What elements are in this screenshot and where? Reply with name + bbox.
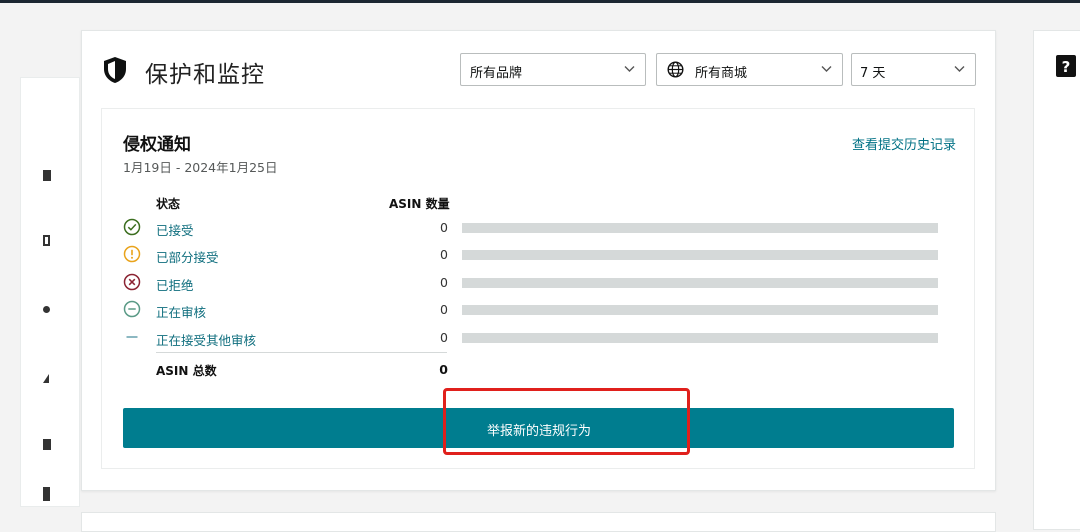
chevron-down-icon: [954, 66, 965, 72]
svg-text:?: ?: [1062, 58, 1071, 76]
dash-icon: [126, 336, 138, 338]
globe-icon: [667, 61, 684, 78]
status-column-header: 状态: [156, 197, 181, 211]
period-select-value: 7 天: [860, 66, 886, 81]
asin-count-column-header: ASIN 数量: [389, 197, 450, 211]
chevron-down-icon: [624, 66, 635, 72]
top-nav-bar: [0, 0, 1080, 3]
report-violation-button-label: 举报新的违规行为: [487, 423, 592, 438]
marketplace-select-value: 所有商城: [695, 66, 748, 81]
status-row: 已部分接受 0: [0, 245, 1080, 265]
status-row: 正在接受其他审核 0: [0, 328, 1080, 348]
brand-select-value: 所有品牌: [470, 66, 523, 81]
period-select[interactable]: 7 天: [851, 53, 976, 86]
status-bar: [462, 305, 938, 315]
help-card-icon: [43, 487, 50, 501]
total-asin-label: ASIN 总数: [156, 364, 217, 378]
asin-count: 0: [440, 220, 448, 235]
status-row: 已接受 0: [0, 218, 1080, 238]
minus-circle-icon: [123, 300, 141, 318]
status-label[interactable]: 正在审核: [156, 302, 206, 321]
asin-count: 0: [440, 247, 448, 262]
status-row: 已拒绝 0: [0, 273, 1080, 293]
page-title: 保护和监控: [145, 62, 265, 88]
total-asin-value: 0: [439, 362, 448, 377]
brand-select[interactable]: 所有品牌: [460, 53, 646, 86]
asin-count: 0: [440, 330, 448, 345]
status-row: 正在审核 0: [0, 300, 1080, 320]
alert-circle-icon: [123, 245, 141, 263]
date-range: 1月19日 - 2024年1月25日: [123, 160, 278, 175]
status-bar: [462, 223, 938, 233]
notice-title: 侵权通知: [123, 135, 191, 155]
status-label[interactable]: 已拒绝: [156, 275, 194, 294]
status-label[interactable]: 已接受: [156, 220, 194, 239]
chevron-down-icon: [821, 66, 832, 72]
help-card-icon: [43, 170, 51, 181]
total-divider: [156, 352, 447, 353]
report-violation-button[interactable]: 举报新的违规行为: [123, 408, 954, 448]
submission-history-link[interactable]: 查看提交历史记录: [852, 134, 956, 153]
asin-count: 0: [440, 275, 448, 290]
shield-icon: [104, 57, 126, 83]
status-label[interactable]: 已部分接受: [156, 247, 219, 266]
help-card-icon: [43, 439, 51, 450]
next-card: [81, 512, 996, 532]
status-label[interactable]: 正在接受其他审核: [156, 330, 256, 349]
marketplace-select[interactable]: 所有商城: [656, 53, 843, 86]
status-bar: [462, 250, 938, 260]
asin-count: 0: [440, 302, 448, 317]
status-bar: [462, 333, 938, 343]
help-icon: ?: [1056, 55, 1076, 77]
status-bar: [462, 278, 938, 288]
check-circle-icon: [123, 218, 141, 236]
x-circle-icon: [123, 273, 141, 291]
